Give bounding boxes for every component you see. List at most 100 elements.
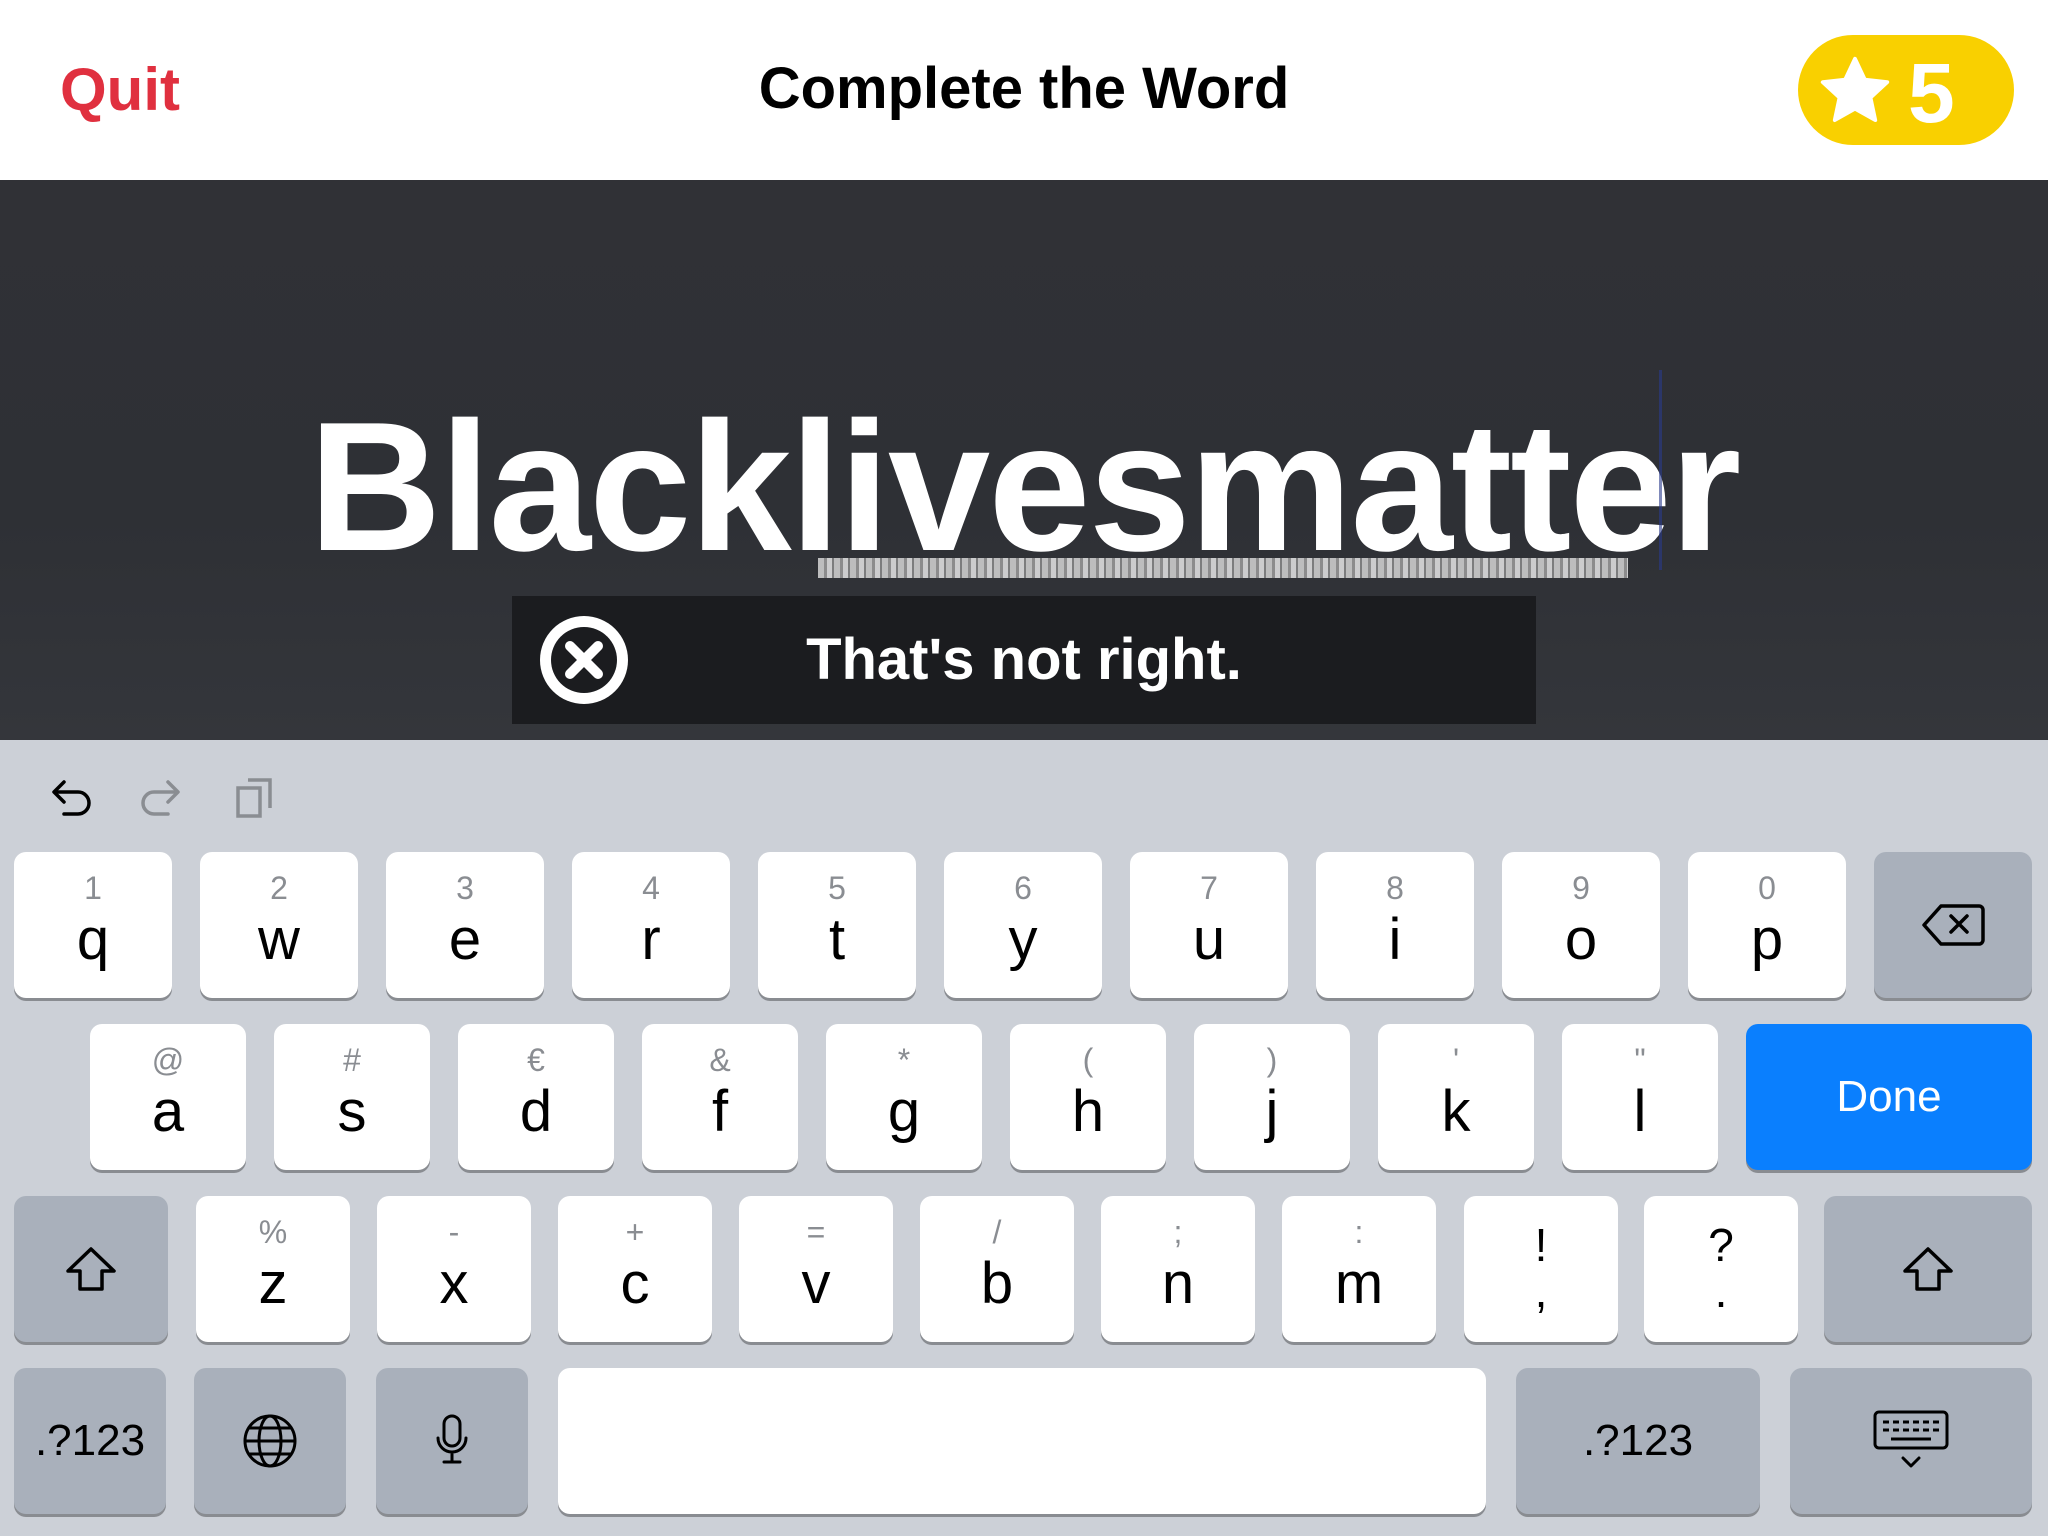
shift-key-left[interactable] [14,1196,168,1342]
key-label: n [1161,1251,1195,1316]
microphone-icon [436,1414,468,1464]
key-label: b [980,1251,1014,1316]
key-alt-label: : [1354,1214,1364,1250]
key-label: z [258,1251,288,1316]
key-k[interactable]: ' k [1378,1024,1534,1170]
key-z[interactable]: % z [196,1196,350,1342]
key-alt-label: ' [1452,1042,1460,1078]
keyboard-dismiss-icon [1873,1410,1949,1468]
key-label: e [448,907,482,972]
key-alt-label: + [625,1214,645,1250]
keyboard: 1 q 2 w 3 e 4 r 5 t 6 y 7 u 8 i 9 o 0 p @ a # s € d & f * g(h) j ' k " l% z… [0,740,2048,1536]
shift-key-right[interactable] [1824,1196,2032,1342]
shift-icon [66,1247,116,1291]
key-x[interactable]: -x [377,1196,531,1342]
text-caret [1659,370,1662,570]
key-o[interactable]: 9o [1502,852,1660,998]
key-h[interactable]: (h [1010,1024,1166,1170]
key-f[interactable]: & f [642,1024,798,1170]
key-label: t [828,907,846,972]
key-alt-label: 0 [1758,870,1776,906]
key-label: p [1750,907,1784,972]
key-alt-label: = [806,1214,826,1250]
key-u[interactable]: 7u [1130,852,1288,998]
key-label: w [258,907,300,972]
key-alt-label: ) [1266,1042,1278,1078]
key-label: o [1564,907,1598,972]
key-label: m [1334,1251,1384,1316]
key-m[interactable]: :m [1282,1196,1436,1342]
key-g[interactable]: * g [826,1024,982,1170]
backspace-icon [1922,904,1985,946]
key-question-period[interactable]: ?. [1644,1196,1798,1342]
key-alt-label: ! [1534,1219,1548,1271]
nav-bar: Quit Complete the Word 5 [0,0,2048,180]
key-w[interactable]: 2w [200,852,358,998]
feedback-banner: That's not right. [512,596,1536,724]
key-alt-label: 6 [1014,870,1032,906]
key-r[interactable]: 4r [572,852,730,998]
key-label: f [711,1079,729,1144]
key-l[interactable]: " l [1562,1024,1718,1170]
key-alt-label: 7 [1200,870,1218,906]
key-alt-label: / [992,1214,1002,1250]
key-label: l [1633,1079,1647,1144]
key-alt-label: * [897,1042,911,1078]
clipboard-icon[interactable] [228,770,284,826]
key-label: x [439,1251,469,1316]
key-alt-label: ( [1082,1042,1094,1078]
key-i[interactable]: 8i [1316,852,1474,998]
key-p[interactable]: 0p [1688,852,1846,998]
numbers-key-right[interactable]: .?123 [1516,1368,1760,1514]
shift-icon [1903,1247,1953,1291]
key-label: , [1534,1265,1548,1317]
key-label: k [1441,1079,1471,1144]
globe-icon [243,1414,297,1468]
key-alt-label: # [343,1042,361,1078]
key-q[interactable]: 1q [14,852,172,998]
globe-key[interactable] [194,1368,346,1514]
key-label: . [1714,1265,1728,1317]
key-alt-label: & [709,1042,731,1078]
key-alt-label: 9 [1572,870,1590,906]
space-key[interactable] [558,1368,1486,1514]
key-label: a [151,1079,185,1144]
key-alt-label: 5 [828,870,846,906]
key-label: h [1071,1079,1105,1144]
undo-icon[interactable] [42,770,98,826]
key-alt-label: - [448,1214,460,1250]
key-alt-label: % [258,1214,288,1250]
key-alt-label: 8 [1386,870,1404,906]
key-d[interactable]: € d [458,1024,614,1170]
star-icon [1820,56,1890,123]
key-v[interactable]: = v [739,1196,893,1342]
hide-keyboard-key[interactable] [1790,1368,2032,1514]
key-j[interactable]: ) j [1194,1024,1350,1170]
backspace-key[interactable] [1874,852,2032,998]
microphone-key[interactable] [376,1368,528,1514]
chalkboard-area: Blacklivesmatter That's not right. [0,180,2048,740]
key-a[interactable]: @ a [90,1024,246,1170]
key-label: q [76,907,110,972]
key-e[interactable]: 3e [386,852,544,998]
key-label: d [519,1079,553,1144]
key-b[interactable]: / b [920,1196,1074,1342]
key-exclamation-comma[interactable]: !, [1464,1196,1618,1342]
key-alt-label: 1 [84,870,102,906]
key-alt-label: 2 [270,870,288,906]
key-alt-label: ; [1173,1214,1183,1250]
key-n[interactable]: ; n [1101,1196,1255,1342]
numbers-key-left[interactable]: .?123 [14,1368,166,1514]
key-label: u [1192,907,1226,972]
key-s[interactable]: # s [274,1024,430,1170]
redo-icon[interactable] [134,770,190,826]
done-button[interactable]: Done [1746,1024,2032,1170]
key-c[interactable]: + c [558,1196,712,1342]
key-alt-label: ? [1708,1219,1734,1271]
key-t[interactable]: 5t [758,852,916,998]
key-label: r [641,907,661,972]
key-y[interactable]: 6y [944,852,1102,998]
key-label: y [1008,907,1038,972]
key-label: g [887,1079,921,1144]
star-score-badge: 5 [1798,35,2014,145]
